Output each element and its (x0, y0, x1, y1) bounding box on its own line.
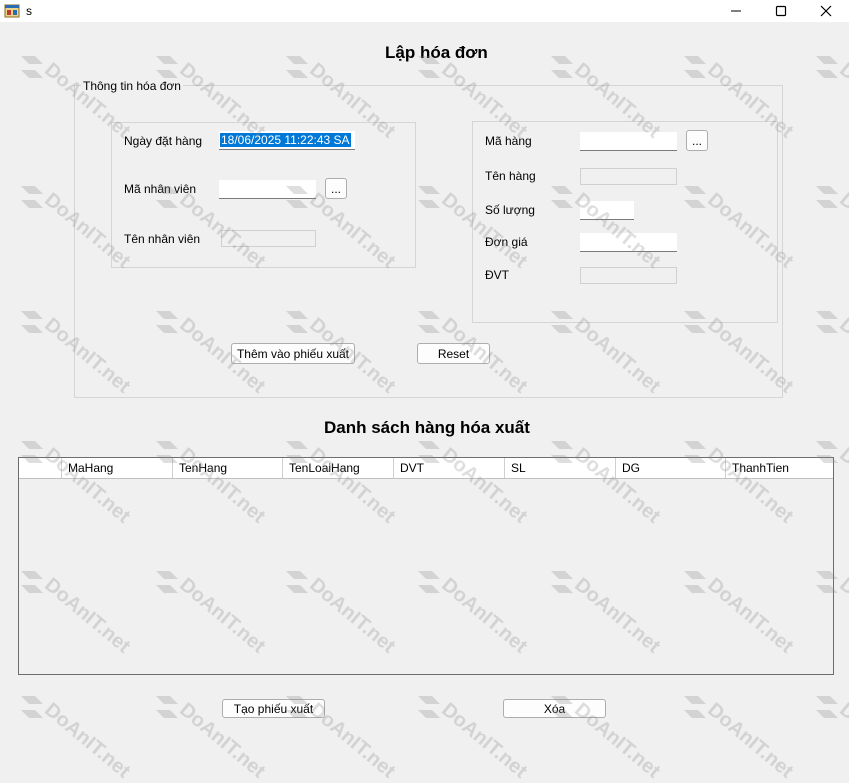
price-input[interactable] (580, 233, 677, 252)
grid-header: MaHang TenHang TenLoaiHang DVT SL DG Tha… (19, 458, 833, 479)
column-header-mahang[interactable]: MaHang (61, 458, 172, 478)
watermark: DoAnIT.net (810, 50, 849, 142)
watermark-logo-icon (816, 696, 838, 718)
watermark-logo-icon (286, 56, 308, 78)
watermark-logo-icon (21, 56, 43, 78)
product-browse-button[interactable]: ... (686, 130, 708, 151)
minimize-icon (731, 10, 741, 12)
watermark-logo-icon (21, 696, 43, 718)
product-name-field (580, 168, 677, 185)
watermark: DoAnIT.net (810, 180, 849, 272)
watermark-text: DoAnIT.net (703, 698, 798, 783)
column-header-dvt[interactable]: DVT (393, 458, 504, 478)
watermark-text: DoAnIT.net (835, 698, 849, 783)
create-export-button[interactable]: Tạo phiếu xuất (222, 699, 325, 718)
watermark-logo-icon (816, 311, 838, 333)
row-header-cell (19, 458, 61, 478)
watermark-logo-icon (156, 696, 178, 718)
watermark: DoAnIT.net (545, 50, 681, 142)
maximize-icon (775, 5, 787, 17)
invoice-info-legend: Thông tin hóa đơn (81, 79, 183, 93)
maximize-button[interactable] (758, 0, 804, 22)
product-name-label: Tên hàng (485, 169, 536, 183)
watermark-text: DoAnIT.net (40, 698, 135, 783)
employee-browse-button[interactable]: ... (325, 178, 347, 199)
watermark-logo-icon (418, 696, 440, 718)
employee-name-field (221, 230, 316, 247)
watermark-logo-icon (816, 56, 838, 78)
watermark-logo-icon (21, 311, 43, 333)
watermark: DoAnIT.net (678, 50, 814, 142)
watermark-logo-icon (684, 696, 706, 718)
product-id-input[interactable] (580, 132, 677, 151)
watermark-logo-icon (21, 186, 43, 208)
form-icon (4, 3, 20, 19)
list-title: Danh sách hàng hóa xuất (324, 418, 530, 437)
watermark-text: DoAnIT.net (835, 573, 849, 658)
column-header-thanhtien[interactable]: ThanhTien (725, 458, 833, 478)
delete-button[interactable]: Xóa (503, 699, 606, 718)
watermark-text: DoAnIT.net (835, 313, 849, 398)
watermark: DoAnIT.net (15, 690, 151, 782)
product-id-label: Mã hàng (485, 134, 532, 148)
reset-button[interactable]: Reset (417, 343, 490, 364)
add-to-export-button[interactable]: Thêm vào phiếu xuất (231, 343, 355, 364)
export-items-grid[interactable] (18, 457, 834, 675)
order-date-value: 18/06/2025 11:22:43 SA (220, 133, 351, 147)
watermark: DoAnIT.net (810, 305, 849, 397)
watermark-text: DoAnIT.net (835, 188, 849, 273)
column-header-sl[interactable]: SL (504, 458, 615, 478)
quantity-label: Số lượng (485, 203, 535, 217)
page-title: Lập hóa đơn (385, 43, 488, 62)
watermark-logo-icon (816, 186, 838, 208)
quantity-input[interactable] (580, 201, 634, 220)
order-date-label: Ngày đặt hàng (124, 134, 203, 148)
column-header-tenhang[interactable]: TenHang (172, 458, 282, 478)
minimize-button[interactable] (713, 0, 759, 22)
watermark-logo-icon (684, 56, 706, 78)
unit-field (580, 267, 677, 284)
employee-id-input[interactable] (219, 180, 316, 199)
product-panel (472, 121, 778, 323)
window-title: s (26, 4, 32, 18)
watermark-text: DoAnIT.net (835, 443, 849, 528)
employee-id-label: Mã nhân viên (124, 182, 197, 196)
close-button[interactable] (803, 0, 849, 22)
price-label: Đơn giá (485, 235, 528, 249)
watermark: DoAnIT.net (810, 690, 849, 782)
unit-label: ĐVT (485, 268, 509, 282)
watermark: DoAnIT.net (678, 690, 814, 782)
watermark-text: DoAnIT.net (835, 58, 849, 143)
close-icon (820, 5, 832, 17)
employee-name-label: Tên nhân viên (124, 232, 201, 246)
column-header-dg[interactable]: DG (615, 458, 725, 478)
watermark-logo-icon (551, 56, 573, 78)
column-header-tenloaihang[interactable]: TenLoaiHang (282, 458, 393, 478)
